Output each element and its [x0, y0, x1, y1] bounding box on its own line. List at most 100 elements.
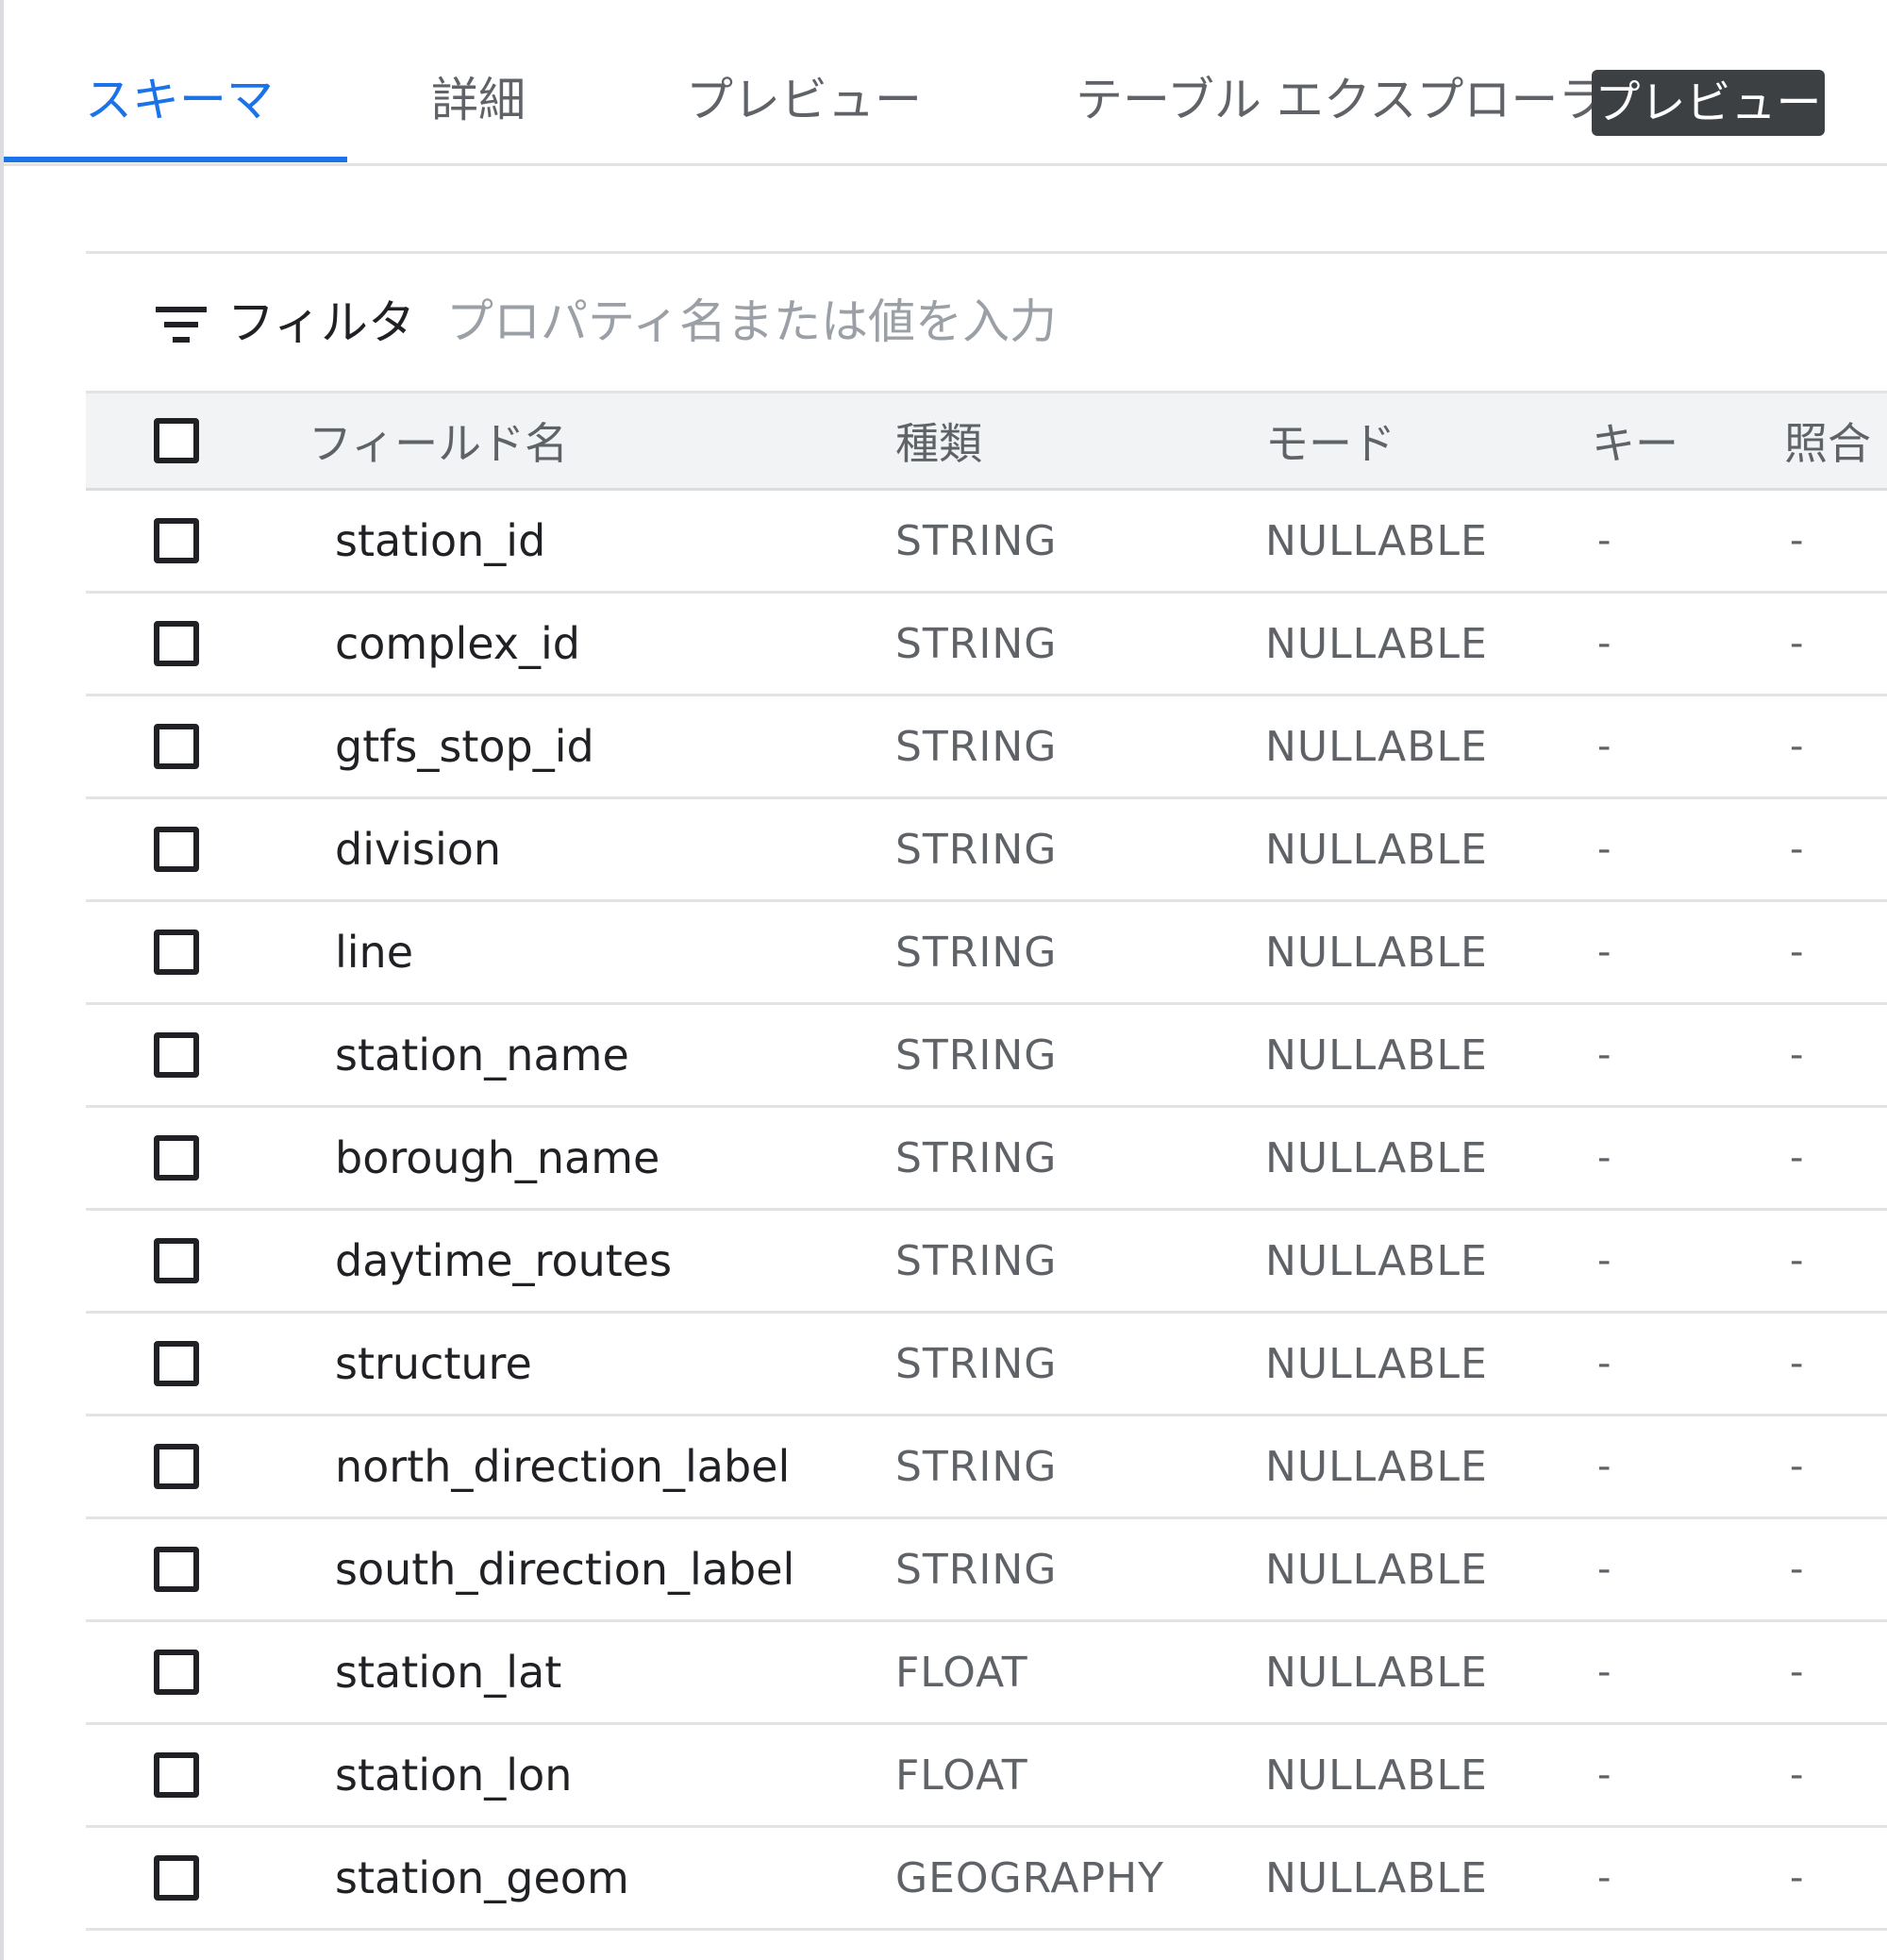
- field-collation-cell: -: [1790, 519, 1804, 562]
- active-tab-indicator: [4, 157, 347, 162]
- field-name-cell: station_lon: [335, 1750, 573, 1801]
- table-row[interactable]: north_direction_label STRING NULLABLE - -: [86, 1416, 1887, 1519]
- field-key-cell: -: [1597, 622, 1611, 665]
- row-checkbox[interactable]: [154, 1650, 199, 1695]
- field-key-cell: -: [1597, 725, 1611, 768]
- field-key-cell: -: [1597, 1033, 1611, 1077]
- filter-label: フィルタ: [227, 295, 415, 350]
- select-all-cell: [154, 394, 210, 488]
- field-mode-cell: NULLABLE: [1265, 516, 1488, 565]
- field-type-cell: FLOAT: [895, 1751, 1028, 1800]
- field-collation-cell: -: [1790, 1753, 1804, 1797]
- field-name-cell: station_geom: [335, 1852, 629, 1903]
- field-type-cell: STRING: [895, 1030, 1058, 1080]
- table-row[interactable]: structure STRING NULLABLE - -: [86, 1314, 1887, 1416]
- field-name-cell: gtfs_stop_id: [335, 721, 594, 772]
- filter-input[interactable]: [446, 288, 1578, 356]
- field-type-cell: STRING: [895, 1545, 1058, 1594]
- field-type-cell: STRING: [895, 825, 1058, 874]
- column-header-type[interactable]: 種類: [895, 394, 982, 488]
- field-name-cell: division: [335, 824, 502, 875]
- row-checkbox[interactable]: [154, 827, 199, 872]
- select-all-checkbox[interactable]: [154, 418, 199, 463]
- field-type-cell: STRING: [895, 1236, 1058, 1285]
- row-select-cell: [154, 1108, 210, 1208]
- field-mode-cell: NULLABLE: [1265, 928, 1488, 977]
- tab-preview[interactable]: プレビュー: [686, 62, 922, 138]
- filter-bar: フィルタ: [86, 254, 1887, 391]
- field-collation-cell: -: [1790, 1548, 1804, 1591]
- field-mode-cell: NULLABLE: [1265, 1030, 1488, 1080]
- table-row[interactable]: daytime_routes STRING NULLABLE - -: [86, 1211, 1887, 1314]
- table-row[interactable]: division STRING NULLABLE - -: [86, 799, 1887, 902]
- row-checkbox[interactable]: [154, 930, 199, 975]
- field-mode-cell: NULLABLE: [1265, 1545, 1488, 1594]
- table-row[interactable]: station_name STRING NULLABLE - -: [86, 1005, 1887, 1108]
- table-row[interactable]: station_id STRING NULLABLE - -: [86, 491, 1887, 594]
- table-header: フィールド名 種類 モード キー 照合: [86, 391, 1887, 491]
- field-key-cell: -: [1597, 1856, 1611, 1900]
- row-select-cell: [154, 1211, 210, 1311]
- table-body: station_id STRING NULLABLE - - complex_id STRI…: [86, 491, 1887, 1931]
- table-row[interactable]: borough_name STRING NULLABLE - -: [86, 1108, 1887, 1211]
- field-mode-cell: NULLABLE: [1265, 1442, 1488, 1491]
- field-type-cell: STRING: [895, 928, 1058, 977]
- field-key-cell: -: [1597, 930, 1611, 974]
- field-type-cell: STRING: [895, 722, 1058, 771]
- field-collation-cell: -: [1790, 1239, 1804, 1282]
- left-border: [0, 0, 4, 1960]
- row-select-cell: [154, 696, 210, 796]
- field-key-cell: -: [1597, 1445, 1611, 1488]
- field-key-cell: -: [1597, 1548, 1611, 1591]
- row-checkbox[interactable]: [154, 1135, 199, 1181]
- row-checkbox[interactable]: [154, 621, 199, 666]
- table-row[interactable]: complex_id STRING NULLABLE - -: [86, 594, 1887, 696]
- field-collation-cell: -: [1790, 1856, 1804, 1900]
- field-collation-cell: -: [1790, 725, 1804, 768]
- field-type-cell: STRING: [895, 1339, 1058, 1388]
- column-header-field-name[interactable]: フィールド名: [309, 394, 568, 488]
- row-select-cell: [154, 1314, 210, 1414]
- field-mode-cell: NULLABLE: [1265, 1648, 1488, 1697]
- row-select-cell: [154, 902, 210, 1002]
- field-name-cell: structure: [335, 1338, 532, 1389]
- table-row[interactable]: south_direction_label STRING NULLABLE - -: [86, 1519, 1887, 1622]
- tab-bar: スキーマ 詳細 プレビュー テーブル エクスプローラ プレビュー: [4, 0, 1887, 166]
- row-select-cell: [154, 1416, 210, 1516]
- table-row[interactable]: station_lat FLOAT NULLABLE - -: [86, 1622, 1887, 1725]
- row-select-cell: [154, 1622, 210, 1722]
- row-checkbox[interactable]: [154, 518, 199, 563]
- column-header-collation[interactable]: 照合: [1784, 394, 1871, 488]
- column-header-mode[interactable]: モード: [1265, 394, 1395, 488]
- schema-table: フィールド名 種類 モード キー 照合 station_id STRING NULL…: [86, 391, 1887, 1931]
- row-checkbox[interactable]: [154, 1855, 199, 1901]
- column-header-key[interactable]: キー: [1592, 394, 1678, 488]
- table-row[interactable]: gtfs_stop_id STRING NULLABLE - -: [86, 696, 1887, 799]
- field-mode-cell: NULLABLE: [1265, 1339, 1488, 1388]
- field-collation-cell: -: [1790, 1445, 1804, 1488]
- row-checkbox[interactable]: [154, 1752, 199, 1798]
- row-checkbox[interactable]: [154, 724, 199, 769]
- field-key-cell: -: [1597, 1136, 1611, 1180]
- field-collation-cell: -: [1790, 1136, 1804, 1180]
- tab-details[interactable]: 詳細: [431, 62, 526, 138]
- field-mode-cell: NULLABLE: [1265, 1751, 1488, 1800]
- field-collation-cell: -: [1790, 1342, 1804, 1385]
- field-name-cell: complex_id: [335, 618, 580, 669]
- field-name-cell: station_id: [335, 515, 546, 566]
- row-checkbox[interactable]: [154, 1341, 199, 1386]
- tab-schema[interactable]: スキーマ: [85, 62, 274, 138]
- field-name-cell: daytime_routes: [335, 1235, 673, 1286]
- tab-table-explorer[interactable]: テーブル エクスプローラ: [1076, 62, 1605, 138]
- row-checkbox[interactable]: [154, 1444, 199, 1489]
- table-row[interactable]: station_geom GEOGRAPHY NULLABLE - -: [86, 1828, 1887, 1931]
- row-checkbox[interactable]: [154, 1547, 199, 1592]
- filter-list-icon[interactable]: [156, 307, 207, 344]
- field-mode-cell: NULLABLE: [1265, 1853, 1488, 1902]
- table-row[interactable]: station_lon FLOAT NULLABLE - -: [86, 1725, 1887, 1828]
- table-row[interactable]: line STRING NULLABLE - -: [86, 902, 1887, 1005]
- row-checkbox[interactable]: [154, 1238, 199, 1283]
- field-type-cell: FLOAT: [895, 1648, 1028, 1697]
- field-type-cell: GEOGRAPHY: [895, 1853, 1165, 1902]
- row-checkbox[interactable]: [154, 1032, 199, 1078]
